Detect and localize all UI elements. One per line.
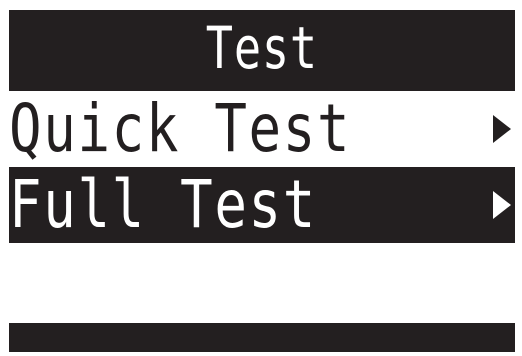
menu-item-full-test[interactable]: Full Test [9,167,515,243]
submenu-arrow-icon [493,115,511,143]
screen-title: Test [205,14,319,82]
menu-item-label: Full Test [9,166,318,243]
empty-menu-row [9,243,515,323]
submenu-arrow-icon [493,191,511,219]
lcd-screen: Test Quick Test Full Test [9,10,515,352]
bottom-bar [9,323,515,352]
screen-title-bar: Test [9,10,515,86]
menu-item-label: Quick Test [9,90,352,167]
menu-item-quick-test[interactable]: Quick Test [9,91,515,167]
